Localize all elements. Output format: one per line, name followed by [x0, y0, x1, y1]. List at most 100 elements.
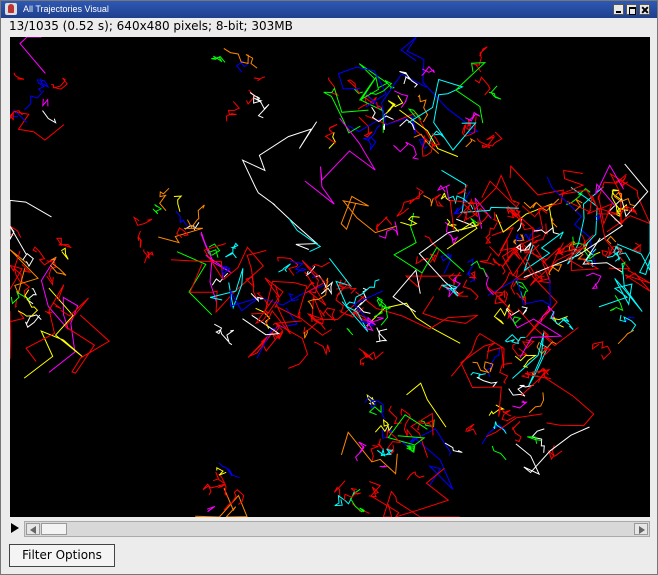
trajectory-path [255, 307, 271, 329]
trajectory-path [379, 465, 387, 468]
title-bar[interactable]: All Trajectories Visual [1, 1, 657, 18]
trajectory-path [508, 384, 534, 397]
trajectory-path [42, 110, 57, 124]
trajectory-path [24, 314, 42, 328]
trajectory-path [10, 249, 39, 295]
trajectory-path [241, 121, 318, 206]
trajectory-path [409, 187, 425, 205]
trajectory-group [10, 37, 650, 517]
trajectory-path [13, 72, 25, 80]
trajectory-path [400, 37, 479, 134]
trajectory-path [488, 85, 502, 100]
minimize-icon[interactable] [613, 4, 624, 15]
trajectory-path [306, 281, 315, 290]
trajectory-path [476, 376, 498, 388]
trajectory-path [400, 408, 413, 438]
trajectory-path [423, 195, 434, 207]
trajectory-path [361, 124, 381, 152]
trajectory-path [609, 295, 624, 312]
trajectory-path [393, 141, 419, 160]
trajectory-path [304, 117, 376, 205]
trajectory-path [375, 216, 393, 232]
scrollbar-thumb[interactable] [41, 523, 67, 535]
trajectory-path [406, 445, 416, 453]
trajectory-path [214, 323, 229, 342]
trajectory-path [19, 37, 46, 74]
trajectory-path [10, 309, 25, 360]
trajectory-path [532, 244, 561, 284]
trajectory-path [514, 354, 538, 368]
trajectory-path [216, 466, 227, 476]
trajectory-path [42, 98, 49, 108]
trajectory-path [24, 90, 45, 111]
trajectory-path [466, 258, 476, 283]
scroll-right-icon[interactable] [634, 523, 648, 535]
trajectory-path [324, 124, 338, 144]
filter-options-button[interactable]: Filter Options [9, 544, 115, 567]
trajectory-path [158, 227, 203, 244]
trajectory-path [470, 260, 488, 278]
trajectory-path [591, 341, 612, 360]
trajectory-path [375, 327, 388, 343]
trajectory-path [474, 76, 491, 96]
trajectory-path [406, 382, 447, 428]
trajectory-path [388, 405, 402, 424]
trajectory-path [530, 428, 545, 453]
trajectory-path [195, 487, 248, 517]
trajectory-path [491, 445, 507, 461]
maximize-icon[interactable] [626, 4, 637, 15]
trajectory-path [613, 191, 636, 207]
trajectory-path [49, 256, 67, 276]
trajectory-path [479, 253, 495, 266]
trajectory-path [143, 249, 154, 264]
trajectory-path [432, 193, 445, 207]
trajectory-path [436, 184, 450, 201]
play-icon[interactable] [11, 523, 19, 533]
trajectory-path [245, 276, 258, 299]
imagej-app-icon[interactable] [5, 3, 17, 15]
trajectory-path [492, 212, 502, 224]
trajectory-path [340, 195, 397, 234]
trajectory-path [17, 289, 39, 317]
trajectory-path [274, 295, 280, 308]
trajectory-path [501, 409, 516, 422]
trajectory-path [407, 78, 477, 151]
trajectory-path [465, 137, 476, 148]
trajectory-path [347, 79, 361, 95]
trajectory-path [253, 76, 266, 82]
trajectory-path [406, 471, 425, 481]
trajectory-path [173, 195, 183, 212]
trajectory-path [333, 480, 346, 497]
trajectory-path [202, 483, 219, 496]
trajectory-path [537, 367, 545, 383]
trajectory-path [606, 235, 617, 245]
trajectory-path [354, 287, 371, 314]
trajectory-path [380, 95, 404, 116]
trajectory-path [44, 310, 53, 315]
frame-scrollbar[interactable] [24, 521, 650, 537]
trajectory-path [450, 332, 505, 377]
trajectory-path [355, 441, 367, 462]
trajectory-canvas[interactable] [10, 37, 650, 517]
trajectory-path [246, 250, 267, 288]
trajectory-path [223, 489, 245, 511]
trajectory-path [512, 316, 522, 327]
scroll-left-icon[interactable] [26, 523, 40, 535]
trajectory-path [132, 216, 153, 226]
trajectory-path [528, 392, 545, 414]
trajectory-path [399, 109, 459, 158]
trajectory-path [36, 78, 50, 92]
trajectory-path [349, 488, 366, 513]
trajectory-path [462, 279, 479, 301]
trajectory-path [223, 47, 258, 69]
close-icon[interactable] [639, 4, 650, 15]
trajectory-path [152, 204, 163, 215]
trajectory-path [472, 361, 494, 374]
trajectory-path [400, 215, 420, 227]
trajectory-path [512, 421, 522, 443]
trajectory-path [377, 438, 384, 450]
trajectory-path [225, 242, 239, 259]
trajectory-path [175, 210, 188, 227]
trajectory-path [521, 306, 528, 315]
trajectory-path [176, 227, 189, 238]
